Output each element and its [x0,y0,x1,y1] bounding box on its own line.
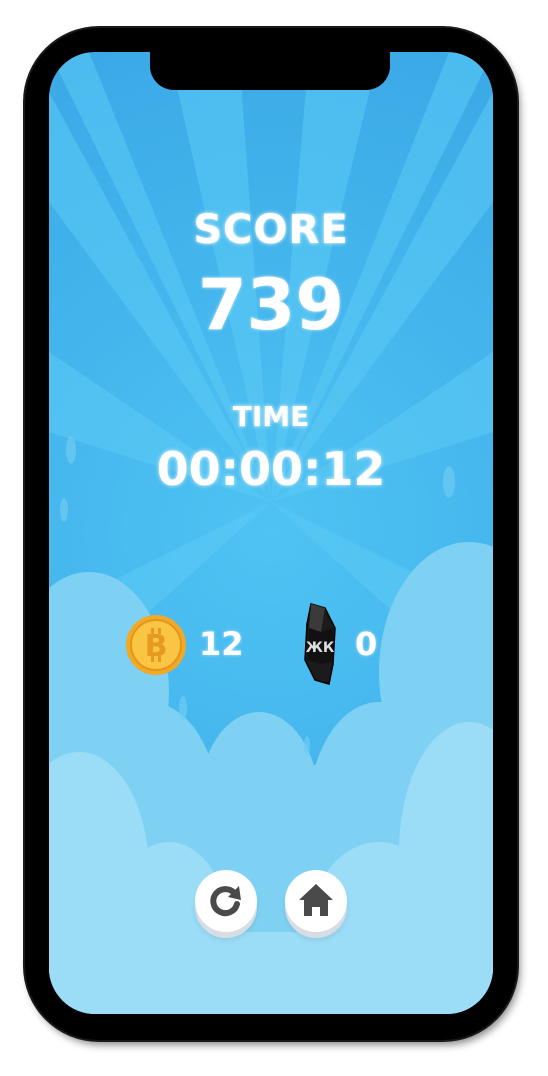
replay-button[interactable] [195,870,257,932]
coin-count: 12 [199,625,244,663]
score-label: SCORE [193,207,349,253]
svg-text:B: B [145,629,168,664]
svg-text:ЖК: ЖК [306,640,335,656]
home-icon [299,884,333,916]
black-crystal-icon: ЖК [304,603,336,685]
score-value: 739 [197,264,345,346]
time-value: 00:00:12 [156,442,386,496]
replay-icon [210,886,241,917]
phone-notch [150,48,390,90]
time-label: TIME [232,400,310,433]
sunburst-background [49,52,493,1014]
game-over-screen: SCORE 739 TIME 00:00:12 B 12 ЖК 0 [49,52,493,1014]
bitcoin-coin-icon: B [126,615,186,675]
gem-count: 0 [355,625,378,663]
home-button[interactable] [285,870,347,932]
